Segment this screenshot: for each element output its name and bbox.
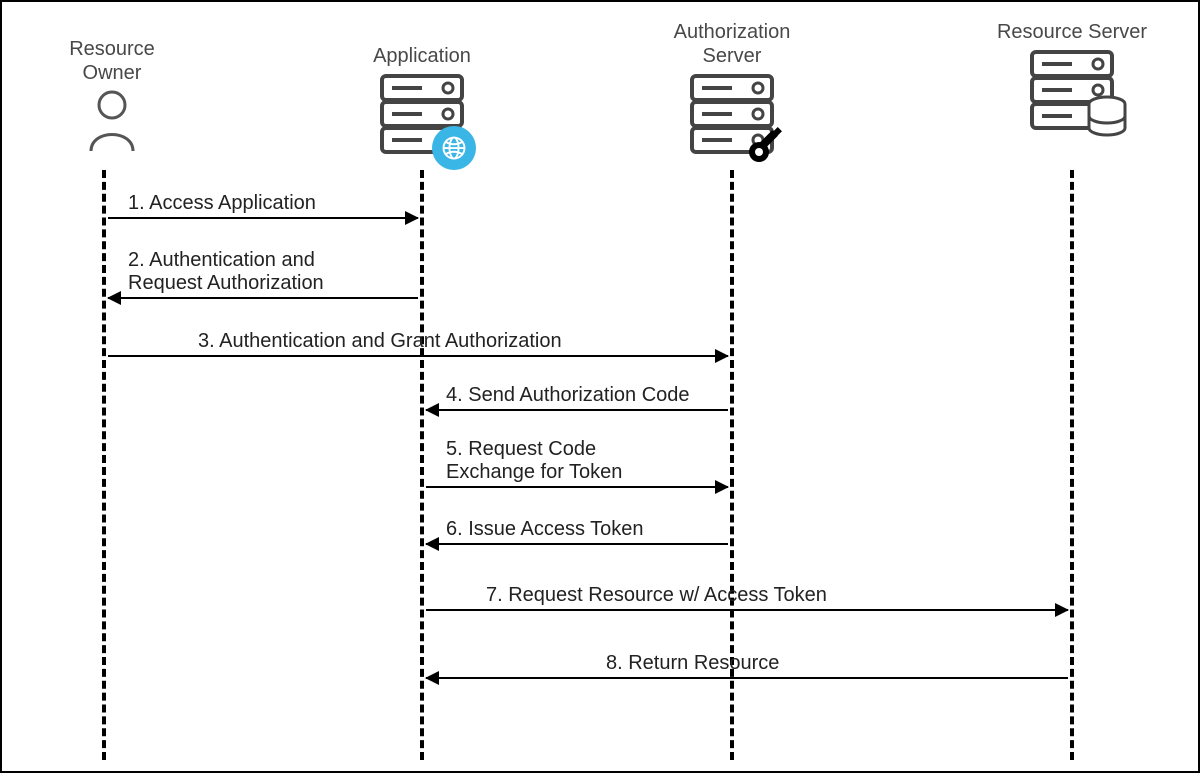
msg-request-token-exchange: 5. Request Code Exchange for Token — [426, 438, 728, 488]
lifeline-res — [1070, 170, 1074, 760]
arrow-left-icon — [426, 409, 728, 411]
msg-grant-authorization: 3. Authentication and Grant Authorizatio… — [108, 330, 728, 357]
msg8-text: 8. Return Resource — [426, 652, 1068, 675]
msg2-text: 2. Authentication and Request Authorizat… — [108, 249, 418, 295]
server-icon — [378, 72, 466, 162]
msg-auth-request: 2. Authentication and Request Authorizat… — [108, 249, 418, 299]
arrow-right-icon — [108, 217, 418, 219]
msg4-text: 4. Send Authorization Code — [426, 384, 728, 407]
arrow-right-icon — [426, 609, 1068, 611]
server-icon — [688, 72, 776, 162]
actor-owner-label: Resource Owner — [42, 37, 182, 85]
msg6-text: 6. Issue Access Token — [426, 518, 728, 541]
msg-issue-token: 6. Issue Access Token — [426, 518, 728, 545]
lifeline-owner — [102, 170, 106, 760]
msg-return-resource: 8. Return Resource — [426, 652, 1068, 679]
msg-send-auth-code: 4. Send Authorization Code — [426, 384, 728, 411]
arrow-right-icon — [108, 355, 728, 357]
user-icon — [42, 89, 182, 153]
msg7-text: 7. Request Resource w/ Access Token — [426, 584, 1068, 607]
actor-resource-server: Resource Server — [992, 20, 1152, 138]
actor-auth-label: Authorization Server — [642, 20, 822, 68]
server-icon — [1028, 48, 1116, 138]
actor-res-label: Resource Server — [992, 20, 1152, 44]
database-icon — [1082, 92, 1132, 142]
globe-icon — [432, 126, 476, 170]
lifeline-app — [420, 170, 424, 760]
actor-auth-server: Authorization Server — [642, 20, 822, 162]
msg1-text: 1. Access Application — [108, 192, 418, 215]
msg3-text: 3. Authentication and Grant Authorizatio… — [108, 330, 728, 353]
arrow-left-icon — [426, 677, 1068, 679]
arrow-left-icon — [108, 297, 418, 299]
arrow-right-icon — [426, 486, 728, 488]
msg-request-resource: 7. Request Resource w/ Access Token — [426, 584, 1068, 611]
actor-app-label: Application — [342, 44, 502, 68]
arrow-left-icon — [426, 543, 728, 545]
msg5-text: 5. Request Code Exchange for Token — [426, 438, 728, 484]
actor-resource-owner: Resource Owner — [42, 37, 182, 153]
actor-application: Application — [342, 44, 502, 162]
key-icon — [744, 122, 790, 168]
msg-access-application: 1. Access Application — [108, 192, 418, 219]
